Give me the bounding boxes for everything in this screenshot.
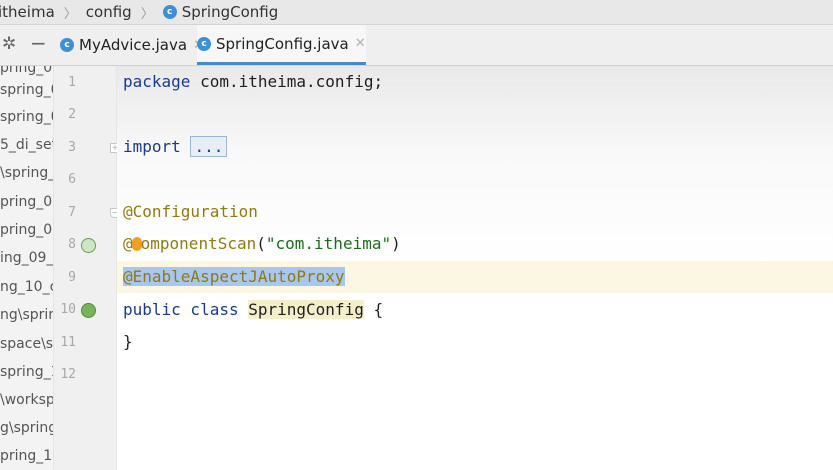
gear-icon[interactable]: ✲ xyxy=(2,34,16,54)
paren-close: ) xyxy=(391,234,401,253)
chevron-right-icon: 〉 xyxy=(63,6,77,22)
tree-item[interactable]: space\sp xyxy=(0,336,53,352)
code-line-11: } xyxy=(123,332,133,351)
breadcrumb-label: itheima xyxy=(0,3,55,21)
selected-annotation[interactable]: @EnableAspectJAutoProxy xyxy=(123,267,345,286)
class-icon: c xyxy=(60,38,74,52)
tree-item[interactable]: pring_16 xyxy=(0,448,53,464)
annotation: @Configuration xyxy=(123,202,258,221)
line-number: 9 xyxy=(68,270,76,285)
minimize-icon[interactable]: − xyxy=(30,31,47,55)
line-number: 8 xyxy=(68,237,76,252)
code-line-9: @EnableAspectJAutoProxy xyxy=(123,267,345,286)
tab-label: MyAdvice.java xyxy=(79,36,188,54)
code-line-7: @Configuration xyxy=(123,202,258,221)
chevron-right-icon: 〉 xyxy=(140,6,154,22)
line-number: 1 xyxy=(68,75,76,90)
keyword: package xyxy=(123,72,191,91)
tree-item[interactable]: pring_07 xyxy=(0,194,53,210)
breadcrumb-item-config[interactable]: config xyxy=(86,3,132,21)
string-literal: "com.itheima" xyxy=(265,234,392,253)
code-line-3: import ... xyxy=(123,136,228,157)
line-number-gutter: 1 2 3 6 7 8 9 10 11 12 + − xyxy=(54,66,120,470)
tree-item[interactable]: \spring_ xyxy=(0,165,53,181)
tab-springconfig[interactable]: c SpringConfig.java ✕ xyxy=(197,25,366,65)
line-number: 10 xyxy=(60,302,76,317)
breadcrumb-label: SpringConfig xyxy=(181,3,279,21)
line-number: 2 xyxy=(68,107,76,122)
tree-item[interactable]: pring_08 xyxy=(0,222,53,238)
code-line-10: public class SpringConfig { xyxy=(123,300,383,319)
class-icon: c xyxy=(197,36,211,51)
code-line-8: @ omponentScan("com.itheima") xyxy=(123,234,401,253)
breadcrumb-item-package[interactable]: itheima xyxy=(0,3,55,21)
keyword: public class xyxy=(123,300,249,319)
tree-item[interactable]: spring_0 xyxy=(0,82,53,98)
spring-scan-icon[interactable] xyxy=(81,238,96,253)
tree-item[interactable]: \worksp xyxy=(0,392,53,408)
code-text: } xyxy=(123,332,133,351)
tree-item[interactable]: ng\sprin xyxy=(0,307,53,323)
tree-item[interactable]: ng_10_co xyxy=(0,279,53,295)
breadcrumb: itheima 〉 config 〉 c SpringConfig xyxy=(0,0,833,25)
tab-myadvice[interactable]: c MyAdvice.java ✕ xyxy=(60,25,204,65)
line-number: 6 xyxy=(68,172,76,187)
code-line-1: package com.itheima.config; xyxy=(123,72,383,91)
close-icon[interactable]: ✕ xyxy=(355,36,366,51)
line-number: 11 xyxy=(60,335,76,350)
spring-bean-icon[interactable] xyxy=(81,303,96,318)
tree-item[interactable]: 5_di_set xyxy=(0,137,53,153)
folded-imports[interactable]: ... xyxy=(190,136,228,157)
class-name: SpringConfig xyxy=(248,300,364,319)
editor-tab-bar: ✲ − c MyAdvice.java ✕ c SpringConfig.jav… xyxy=(0,25,833,66)
tree-item[interactable]: ing_09_c xyxy=(0,250,53,266)
line-number: 7 xyxy=(68,205,76,220)
tab-label: SpringConfig.java xyxy=(216,34,349,53)
code-text: com.itheima.config; xyxy=(190,72,384,91)
line-number: 12 xyxy=(60,367,76,382)
paren-open: ( xyxy=(256,234,266,253)
line-number: 3 xyxy=(68,140,76,155)
tree-item[interactable]: g\spring xyxy=(0,420,53,436)
keyword: import xyxy=(123,137,181,156)
tree-item[interactable]: pring_02 xyxy=(0,66,53,76)
tree-item[interactable]: spring_1 xyxy=(0,364,53,380)
class-icon: c xyxy=(162,5,177,19)
breadcrumb-item-class[interactable]: c SpringConfig xyxy=(162,3,279,21)
tree-item[interactable]: spring_0 xyxy=(0,109,53,125)
code-text: { xyxy=(363,300,384,319)
annotation: omponentScan xyxy=(140,234,257,253)
project-tree: pring_02 spring_0 spring_0 5_di_set \spr… xyxy=(0,66,54,470)
breadcrumb-label: config xyxy=(85,3,132,21)
